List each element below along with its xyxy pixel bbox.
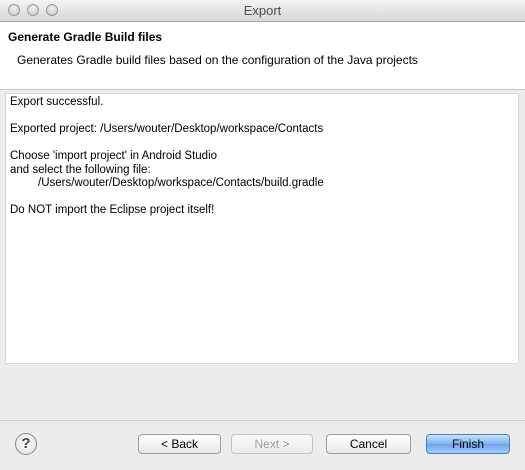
status-text: Export successful. bbox=[10, 96, 104, 108]
cancel-button[interactable]: Cancel bbox=[326, 434, 411, 454]
page-description: Generates Gradle build files based on th… bbox=[17, 53, 418, 67]
back-button[interactable]: < Back bbox=[138, 434, 221, 454]
title-bar: Export bbox=[0, 0, 525, 22]
instruction-line-2: and select the following file: bbox=[10, 163, 151, 176]
warning-text: Do NOT import the Eclipse project itself… bbox=[10, 204, 215, 216]
help-icon[interactable]: ? bbox=[15, 433, 37, 455]
next-button[interactable]: Next > bbox=[231, 434, 313, 454]
instruction-line-1: Choose 'import project' in Android Studi… bbox=[10, 150, 218, 162]
window-title: Export bbox=[243, 3, 282, 18]
wizard-header: Generate Gradle Build files Generates Gr… bbox=[0, 22, 525, 90]
gradle-file-path: /Users/wouter/Desktop/workspace/Contacts… bbox=[38, 177, 324, 189]
page-title: Generate Gradle Build files bbox=[8, 30, 163, 44]
finish-button[interactable]: Finish bbox=[426, 434, 510, 454]
export-dialog: Export Generate Gradle Build files Gener… bbox=[0, 0, 525, 470]
footer-separator bbox=[0, 420, 525, 421]
exported-project-text: Exported project: /Users/wouter/Desktop/… bbox=[10, 123, 324, 135]
result-text-area[interactable]: Export successful. Exported project: /Us… bbox=[5, 93, 519, 364]
